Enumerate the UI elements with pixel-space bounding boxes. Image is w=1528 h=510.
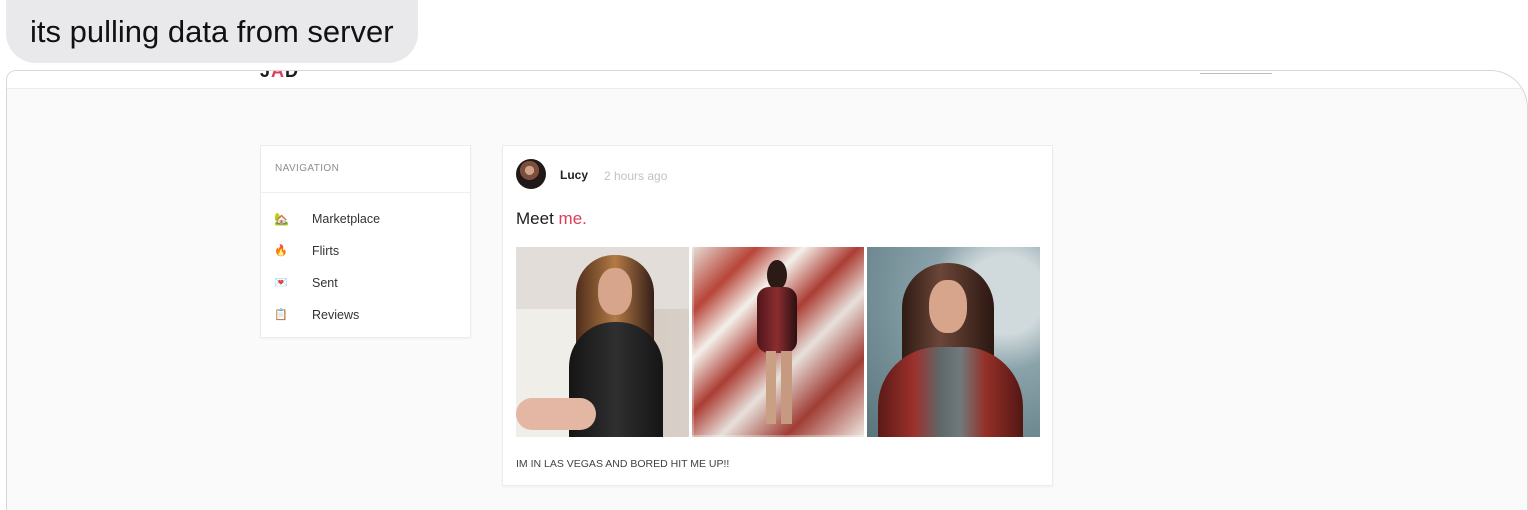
nav-item-label: Flirts bbox=[312, 244, 340, 258]
navigation-heading: NAVIGATION bbox=[261, 146, 470, 193]
post-time: 2 hours ago bbox=[604, 169, 668, 183]
profile-photo-3[interactable] bbox=[867, 247, 1041, 437]
photo-figure bbox=[753, 260, 801, 424]
nav-item-label: Sent bbox=[312, 276, 338, 290]
nav-item-flirts[interactable]: 🔥 Flirts bbox=[261, 235, 470, 267]
post-heading: Meet me. bbox=[516, 209, 587, 229]
heart-mail-icon: 💌 bbox=[274, 277, 288, 289]
photo-legs bbox=[765, 351, 792, 424]
logo-right: D bbox=[285, 70, 300, 81]
photo-jacket bbox=[878, 347, 1024, 437]
clipboard-icon: 📋 bbox=[274, 309, 288, 321]
nav-item-label: Marketplace bbox=[312, 212, 381, 226]
photo-head bbox=[766, 260, 787, 290]
nav-item-marketplace[interactable]: 🏡 Marketplace bbox=[261, 203, 470, 235]
nav-item-reviews[interactable]: 📋 Reviews bbox=[261, 299, 470, 331]
heading-prefix: Meet bbox=[516, 209, 554, 228]
author-name[interactable]: Lucy bbox=[560, 168, 588, 182]
nav-item-sent[interactable]: 💌 Sent bbox=[261, 267, 470, 299]
app-header bbox=[7, 71, 1527, 89]
message-bubble: its pulling data from server bbox=[6, 0, 418, 63]
avatar[interactable] bbox=[516, 159, 546, 189]
heading-accent: me. bbox=[558, 209, 587, 228]
logo-accent: A bbox=[271, 70, 286, 81]
profile-photo-2[interactable] bbox=[691, 247, 865, 437]
message-text: its pulling data from server bbox=[30, 14, 394, 49]
photo-leg bbox=[516, 398, 596, 430]
nav-item-label: Reviews bbox=[312, 308, 360, 322]
photo-face bbox=[598, 268, 632, 315]
photo-grid bbox=[516, 247, 1041, 437]
navigation-list: 🏡 Marketplace 🔥 Flirts 💌 Sent 📋 Reviews bbox=[261, 193, 470, 331]
navigation-card: NAVIGATION 🏡 Marketplace 🔥 Flirts 💌 Sent… bbox=[260, 145, 471, 338]
post-caption: IM IN LAS VEGAS AND BORED HIT ME UP!! bbox=[516, 458, 730, 470]
post-card: Lucy 2 hours ago Meet me. IM IN LAS VEGA… bbox=[502, 145, 1053, 486]
house-icon: 🏡 bbox=[274, 212, 289, 226]
app-logo[interactable]: JAD bbox=[260, 70, 300, 81]
embedded-screenshot: JAD NAVIGATION 🏡 Marketplace 🔥 Flirts 💌 … bbox=[6, 70, 1528, 510]
top-nav-item[interactable] bbox=[1200, 71, 1272, 74]
photo-torso bbox=[756, 287, 797, 353]
profile-photo-1[interactable] bbox=[516, 247, 689, 437]
logo-left: J bbox=[260, 70, 272, 81]
fire-icon: 🔥 bbox=[274, 245, 288, 257]
photo-face bbox=[929, 280, 968, 333]
